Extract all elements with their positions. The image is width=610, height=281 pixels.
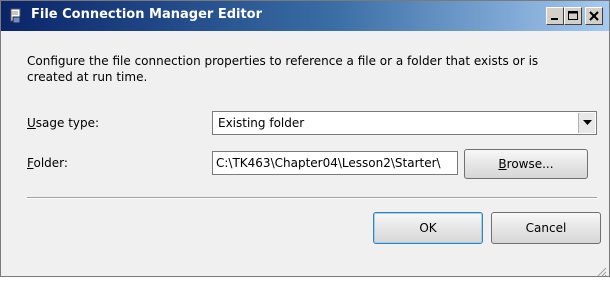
resize-grip-icon[interactable]: [595, 262, 607, 277]
app-icon: [8, 8, 24, 24]
usage-type-accesskey: U: [27, 116, 36, 130]
separator: [27, 197, 597, 199]
usage-type-label-text: sage type:: [35, 116, 100, 130]
browse-button[interactable]: Browse...: [464, 149, 588, 179]
ok-button[interactable]: OK: [373, 212, 483, 244]
folder-path-field[interactable]: C:\TK463\Chapter04\Lesson2\Starter\: [212, 151, 458, 175]
description-text: Configure the file connection properties…: [27, 54, 539, 84]
dropdown-button[interactable]: [578, 113, 595, 133]
close-button[interactable]: [585, 7, 603, 25]
close-icon: [589, 11, 599, 21]
folder-path-value: C:\TK463\Chapter04\Lesson2\Starter\: [216, 156, 441, 170]
maximize-icon: [568, 11, 578, 20]
usage-type-select[interactable]: Existing folder: [212, 111, 597, 135]
folder-label: Folder:: [27, 156, 68, 170]
maximize-button[interactable]: [564, 7, 582, 25]
dialog-window: File Connection Manager Editor Configure…: [0, 0, 610, 277]
minimize-button[interactable]: [546, 7, 564, 25]
chevron-down-icon: [583, 120, 592, 125]
folder-label-text: older:: [33, 156, 68, 170]
window-title: File Connection Manager Editor: [31, 7, 263, 22]
browse-label: rowse...: [506, 157, 554, 171]
cancel-button[interactable]: Cancel: [491, 212, 601, 244]
usage-type-value: Existing folder: [218, 116, 305, 130]
minimize-icon: [551, 18, 558, 20]
usage-type-label: Usage type:: [27, 116, 99, 130]
title-bar[interactable]: File Connection Manager Editor: [1, 1, 609, 31]
browse-accesskey: B: [498, 157, 507, 171]
